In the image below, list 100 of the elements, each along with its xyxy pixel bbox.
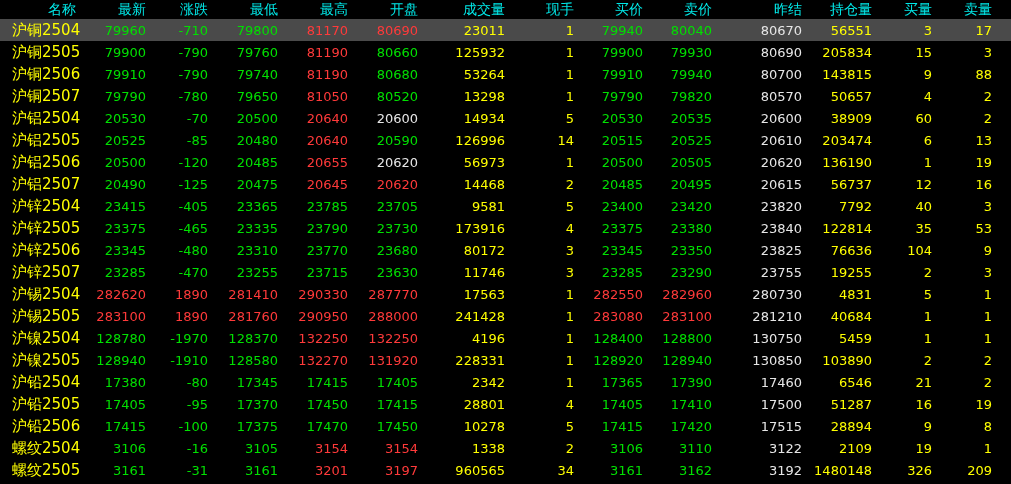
table-cell-text: 79790 xyxy=(103,88,146,104)
table-cell-text: 23680 xyxy=(375,242,418,258)
table-row[interactable]: 沪锡2504 282620 1890 281410 290330 287770 17563 1 282550 282960 280730 4831 5 1 xyxy=(0,283,1011,305)
table-cell-text: 1 xyxy=(564,154,574,170)
table-row[interactable]: 螺纹2505 3161 -31 3161 3201 3197 960565 34 3161 3162 3192 1480148 326 209 xyxy=(0,459,1011,481)
table-row[interactable]: 沪铅2504 17380 -80 17345 17415 17405 2342 1 17365 17390 17460 6546 21 2 xyxy=(0,371,1011,393)
table-cell-text: 241428 xyxy=(454,308,505,324)
table-row[interactable]: 螺纹2504 3106 -16 3105 3154 3154 1338 2 3106 3110 3122 2109 19 1 xyxy=(0,437,1011,459)
table-cell-text: 283100 xyxy=(661,308,712,324)
table-cell-text: 4196 xyxy=(470,330,505,346)
table-cell-text: 20620 xyxy=(759,154,802,170)
table-row[interactable]: 沪铝2505 20525 -85 20480 20640 20590 126996 14 20515 20525 20610 203474 6 13 xyxy=(0,129,1011,151)
table-cell-text: -1970 xyxy=(169,330,208,346)
table-row[interactable]: 沪锌2505 23375 -465 23335 23790 23730 173916 4 23375 23380 23840 122814 35 53 xyxy=(0,217,1011,239)
table-cell-text: 79650 xyxy=(235,88,278,104)
table-cell-text: 16 xyxy=(914,396,932,412)
table-row[interactable]: 沪镍2505 128940 -1910 128580 132270 131920 228331 1 128920 128940 130850 103890 2 2 xyxy=(0,349,1011,371)
table-cell-text: -790 xyxy=(177,66,208,82)
column-header[interactable]: 涨跌 xyxy=(146,0,208,19)
contract-name: 沪铜2506 xyxy=(11,64,80,84)
table-cell-text: -710 xyxy=(177,22,208,38)
table-cell-text: 80690 xyxy=(375,22,418,38)
table-cell-text: 3 xyxy=(982,44,992,60)
table-row[interactable]: 沪铝2506 20500 -120 20485 20655 20620 56973 1 20500 20505 20620 136190 1 19 xyxy=(0,151,1011,173)
table-cell-text: 19 xyxy=(974,154,992,170)
table-cell-text: 79910 xyxy=(600,66,643,82)
table-cell-text: 81190 xyxy=(305,44,348,60)
column-header[interactable]: 卖量 xyxy=(932,0,992,19)
table-cell-text: 283100 xyxy=(95,308,146,324)
column-header[interactable]: 买价 xyxy=(574,0,643,19)
table-row[interactable]: 沪锌2507 23285 -470 23255 23715 23630 11746 3 23285 23290 23755 19255 2 3 xyxy=(0,261,1011,283)
table-row[interactable]: 沪铜2507 79790 -780 79650 81050 80520 13298 1 79790 79820 80570 50657 4 2 xyxy=(0,85,1011,107)
table-row[interactable]: 沪镍2504 128780 -1970 128370 132250 132250 4196 1 128400 128800 130750 5459 1 1 xyxy=(0,327,1011,349)
contract-name: 沪铜2507 xyxy=(11,86,80,106)
table-row[interactable]: 沪铜2506 79910 -790 79740 81190 80680 53264 1 79910 79940 80700 143815 9 88 xyxy=(0,63,1011,85)
table-cell-text: 960565 xyxy=(454,462,505,478)
table-cell-text: 20485 xyxy=(235,154,278,170)
contract-name: 沪铜2504 xyxy=(11,20,80,40)
table-cell-text: 3161 xyxy=(608,462,643,478)
column-header[interactable]: 昨结 xyxy=(712,0,802,19)
table-cell-text: 23310 xyxy=(235,242,278,258)
table-cell-text: 23630 xyxy=(375,264,418,280)
column-header[interactable]: 持仓量 xyxy=(802,0,872,19)
column-header[interactable]: 买量 xyxy=(872,0,932,19)
table-row[interactable]: 沪锡2505 283100 1890 281760 290950 288000 241428 1 283080 283100 281210 40684 1 1 xyxy=(0,305,1011,327)
table-cell-text: 79930 xyxy=(669,44,712,60)
table-row[interactable]: 沪锌2506 23345 -480 23310 23770 23680 80172 3 23345 23350 23825 76636 104 9 xyxy=(0,239,1011,261)
table-cell-text: 17500 xyxy=(759,396,802,412)
column-header[interactable]: 成交量 xyxy=(418,0,505,19)
column-header[interactable]: 最高 xyxy=(278,0,348,19)
table-cell-text: 2 xyxy=(982,374,992,390)
table-cell-text: 79790 xyxy=(600,88,643,104)
table-cell-text: 23375 xyxy=(103,220,146,236)
table-cell-text: 3161 xyxy=(243,462,278,478)
table-cell-text: 17410 xyxy=(669,396,712,412)
table-row[interactable]: 沪铝2504 20530 -70 20500 20640 20600 14934 5 20530 20535 20600 38909 60 2 xyxy=(0,107,1011,129)
table-row[interactable]: 沪锌2504 23415 -405 23365 23785 23705 9581 5 23400 23420 23820 7792 40 3 xyxy=(0,195,1011,217)
column-header[interactable]: 开盘 xyxy=(348,0,418,19)
table-cell-text: 80040 xyxy=(669,22,712,38)
table-cell-text: 79900 xyxy=(600,44,643,60)
table-cell-text: 20535 xyxy=(669,110,712,126)
table-cell-text: 14934 xyxy=(462,110,505,126)
table-cell-text: 23705 xyxy=(375,198,418,214)
table-cell-text: 56737 xyxy=(829,176,872,192)
table-cell-text: 56551 xyxy=(829,22,872,38)
table-cell-text: 1 xyxy=(564,66,574,82)
table-cell-text: -95 xyxy=(185,396,208,412)
table-cell-text: 136190 xyxy=(821,154,872,170)
table-cell-text: 79740 xyxy=(235,66,278,82)
column-header[interactable]: 最低 xyxy=(208,0,278,19)
column-header[interactable]: 现手 xyxy=(505,0,574,19)
table-cell-text: 20620 xyxy=(375,154,418,170)
table-cell-text: 282960 xyxy=(661,286,712,302)
column-header[interactable]: 卖价 xyxy=(643,0,712,19)
table-cell-text: 205834 xyxy=(821,44,872,60)
table-row[interactable]: 沪铅2506 17415 -100 17375 17470 17450 10278 5 17415 17420 17515 28894 9 8 xyxy=(0,415,1011,437)
column-header[interactable]: 名称 xyxy=(0,0,80,19)
table-cell-text: 20615 xyxy=(759,176,802,192)
table-row[interactable]: 沪铅2505 17405 -95 17370 17450 17415 28801 4 17405 17410 17500 51287 16 19 xyxy=(0,393,1011,415)
table-cell-text: -70 xyxy=(185,110,208,126)
table-cell-text: 5 xyxy=(564,198,574,214)
table-cell-text: 228331 xyxy=(454,352,505,368)
table-cell-text: 34 xyxy=(556,462,574,478)
table-cell-text: 132250 xyxy=(297,330,348,346)
table-cell-text: 3110 xyxy=(677,440,712,456)
table-cell-text: 3 xyxy=(922,22,932,38)
table-cell-text: 17345 xyxy=(235,374,278,390)
table-cell-text: 14 xyxy=(556,132,574,148)
table-cell-text: 20590 xyxy=(375,132,418,148)
table-cell-text: -120 xyxy=(177,154,208,170)
table-row[interactable]: 沪铜2505 79900 -790 79760 81190 80660 125932 1 79900 79930 80690 205834 15 3 xyxy=(0,41,1011,63)
table-cell-text: 283080 xyxy=(592,308,643,324)
table-cell-text: 80660 xyxy=(375,44,418,60)
table-row[interactable]: 沪铜2504 79960 -710 79800 81170 80690 23011 1 79940 80040 80670 56551 3 17 xyxy=(0,19,1011,41)
contract-name: 沪锌2506 xyxy=(11,240,80,260)
table-cell-text: 3122 xyxy=(767,440,802,456)
table-row[interactable]: 沪铝2507 20490 -125 20475 20645 20620 14468 2 20485 20495 20615 56737 12 16 xyxy=(0,173,1011,195)
column-header[interactable]: 最新 xyxy=(80,0,146,19)
table-cell-text: 3 xyxy=(564,242,574,258)
table-cell-text: 13298 xyxy=(462,88,505,104)
